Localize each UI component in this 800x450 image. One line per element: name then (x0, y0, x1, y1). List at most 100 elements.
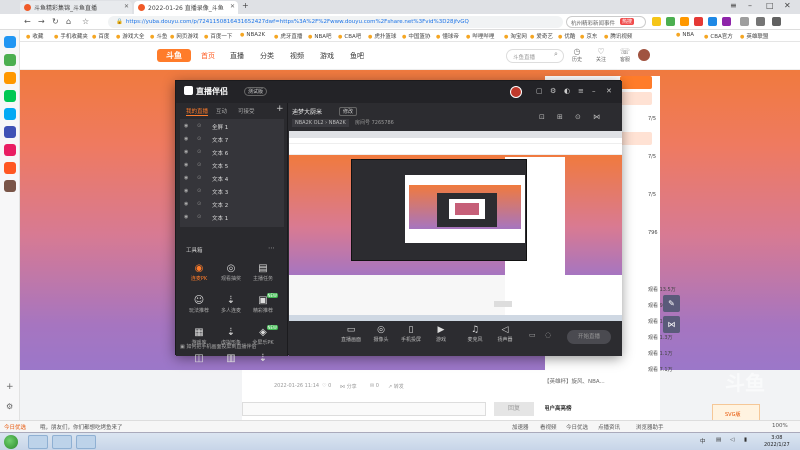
lock-icon[interactable]: ⊙ (197, 149, 201, 155)
bookmark-item[interactable]: 斗鱼 (150, 32, 167, 40)
gift-icon[interactable]: ⊞ (557, 113, 563, 121)
scene-item[interactable]: ◉ ⊙ 文本 2 (180, 199, 284, 211)
language-indicator[interactable]: 中 (700, 437, 706, 445)
lock-icon[interactable]: ⊡ (539, 113, 545, 121)
extension-icon[interactable] (756, 17, 765, 26)
app-shortcut-icon[interactable] (4, 90, 16, 102)
extension-icon[interactable] (694, 17, 703, 26)
app-shortcut-icon[interactable] (4, 180, 16, 192)
extension-icon[interactable] (740, 17, 749, 26)
phone-cast-hint[interactable]: ▣ 如何把手机画面投屏到直播伴侣 (180, 343, 256, 350)
scene-item[interactable]: ◉ ⊙ 文本 7 (180, 134, 284, 146)
like-count[interactable]: ♡ 0 (322, 383, 331, 389)
lock-icon[interactable]: ⊙ (197, 201, 201, 207)
bookmark-item[interactable]: 腾讯视频 (604, 32, 632, 40)
follow-button[interactable]: ♡ 关注 (590, 47, 612, 63)
menu-icon[interactable]: ≡ (578, 87, 584, 95)
scene-item[interactable]: ◉ ⊙ 全屏 1 (180, 121, 284, 133)
bookmark-item[interactable]: 淘宝网 (504, 32, 527, 40)
bookmark-item[interactable]: 京东 (580, 32, 597, 40)
app-shortcut-icon[interactable] (4, 126, 16, 138)
eye-icon[interactable]: ◉ (184, 162, 188, 168)
share-action[interactable]: ⋈ 分享 (340, 383, 357, 390)
settings-icon[interactable]: ⚙ (6, 402, 13, 411)
app-shortcut-icon[interactable] (4, 108, 16, 120)
clock[interactable]: 3:08 2022/1/27 (764, 435, 790, 449)
status-item[interactable]: 今日优选 (566, 423, 588, 431)
extension-icon[interactable] (708, 17, 717, 26)
start-button[interactable] (4, 435, 18, 449)
bookmark-item[interactable]: 爱奇艺 (530, 32, 553, 40)
bookmark-item[interactable]: 百度 (92, 32, 109, 40)
status-item[interactable]: 看视频 (540, 423, 557, 431)
add-source-icon[interactable]: + (276, 104, 284, 114)
extension-icon[interactable] (666, 17, 675, 26)
lock-icon[interactable]: ⊙ (197, 188, 201, 194)
bookmark-item[interactable]: 游戏大全 (116, 32, 144, 40)
taskbar-app[interactable] (76, 435, 96, 449)
bookmark-item[interactable]: 中国篮协 (402, 32, 430, 40)
tool-highlights[interactable]: ▣ 精彩推荐 NEW (248, 293, 278, 321)
bookmark-item[interactable]: 收藏 (26, 32, 43, 40)
url-field[interactable]: 🔒 https://yuba.douyu.com/p/72411508164316… (108, 16, 563, 28)
share-icon[interactable]: ⋈ (663, 316, 680, 333)
bookmark-item[interactable]: CBA官方 (704, 32, 732, 40)
extension-icon[interactable] (772, 17, 781, 26)
scene-item[interactable]: ◉ ⊙ 文本 5 (180, 160, 284, 172)
nav-live[interactable]: 直播 (230, 51, 244, 61)
douyu-logo[interactable]: 斗鱼 (157, 49, 191, 62)
bookmark-item[interactable]: 网页游戏 (170, 32, 198, 40)
nav-video[interactable]: 视频 (290, 51, 304, 61)
minimize-icon[interactable]: – (592, 87, 596, 95)
stream-preview[interactable] (289, 131, 622, 321)
forward-icon[interactable]: → (38, 17, 45, 26)
speaker-button[interactable]: ◁ 扬声器 (491, 325, 519, 343)
tab-interact[interactable]: 互动 (216, 107, 227, 115)
tool-link-pk[interactable]: ◉ 连麦PK (184, 263, 214, 289)
app-shortcut-icon[interactable] (4, 72, 16, 84)
browser-tab-active[interactable]: 2022-01-26 直播录像_斗鱼 ✕ (134, 1, 238, 14)
bookmark-star-icon[interactable]: ☆ (82, 17, 89, 26)
lock-icon[interactable]: ⊙ (197, 123, 201, 129)
lock-icon[interactable]: ⊙ (197, 136, 201, 142)
tab-my-live[interactable]: 我的直播 (186, 107, 209, 116)
eye-icon[interactable]: ◉ (184, 201, 188, 207)
bookmark-item[interactable]: NBA2K (240, 32, 265, 38)
home-icon[interactable]: ⌂ (66, 17, 71, 26)
extension-icon[interactable] (652, 17, 661, 26)
bookmark-item[interactable]: 优酷 (558, 32, 575, 40)
tool-download[interactable]: ⇣ (248, 353, 278, 364)
bookmark-item[interactable]: 虎牙直播 (274, 32, 302, 40)
share-icon[interactable]: ⋈ (593, 113, 600, 121)
phone-cast-button[interactable]: ▯ 手机投屏 (397, 325, 425, 343)
beauty-icon[interactable]: ◌ (545, 331, 551, 339)
bookmark-item[interactable]: 虎扑篮球 (368, 32, 396, 40)
edit-room-button[interactable]: 修改 (339, 107, 358, 116)
tool-multi-link[interactable]: ⇣ 多人连麦 (216, 295, 246, 321)
taskbar-app[interactable] (28, 435, 48, 449)
new-tab-icon[interactable]: + (242, 1, 249, 10)
start-live-button[interactable]: 开始直播 (567, 330, 611, 344)
zoom-level[interactable]: 100% (772, 423, 788, 429)
tab-accept[interactable]: 可接受 (238, 107, 255, 115)
reply-button[interactable]: 回复 (494, 402, 534, 416)
close-icon[interactable]: ✕ (606, 87, 612, 95)
status-item[interactable]: 点播资讯 (598, 423, 620, 431)
bookmark-item[interactable]: 百度一下 (204, 32, 232, 40)
minimize-icon[interactable]: – (748, 1, 752, 10)
status-left[interactable]: 今日优选 (4, 423, 26, 431)
back-icon[interactable]: ← (24, 17, 31, 26)
bookmark-item[interactable]: 英雄联盟 (740, 32, 768, 40)
eye-icon[interactable]: ◉ (184, 123, 188, 129)
close-tab-icon[interactable]: ✕ (230, 3, 235, 10)
nav-yuba[interactable]: 鱼吧 (350, 51, 364, 61)
power-icon[interactable]: ▮ (744, 437, 747, 443)
eye-icon[interactable]: ◉ (184, 136, 188, 142)
scene-item[interactable]: ◉ ⊙ 文本 6 (180, 147, 284, 159)
game-button[interactable]: ▶ 游戏 (427, 325, 455, 343)
status-item[interactable]: 加速器 (512, 423, 529, 431)
app-shortcut-icon[interactable] (4, 162, 16, 174)
bookmark-item[interactable]: CBA吧 (338, 32, 361, 40)
network-icon[interactable]: ▤ (716, 437, 721, 443)
close-window-icon[interactable]: ✕ (784, 1, 791, 10)
